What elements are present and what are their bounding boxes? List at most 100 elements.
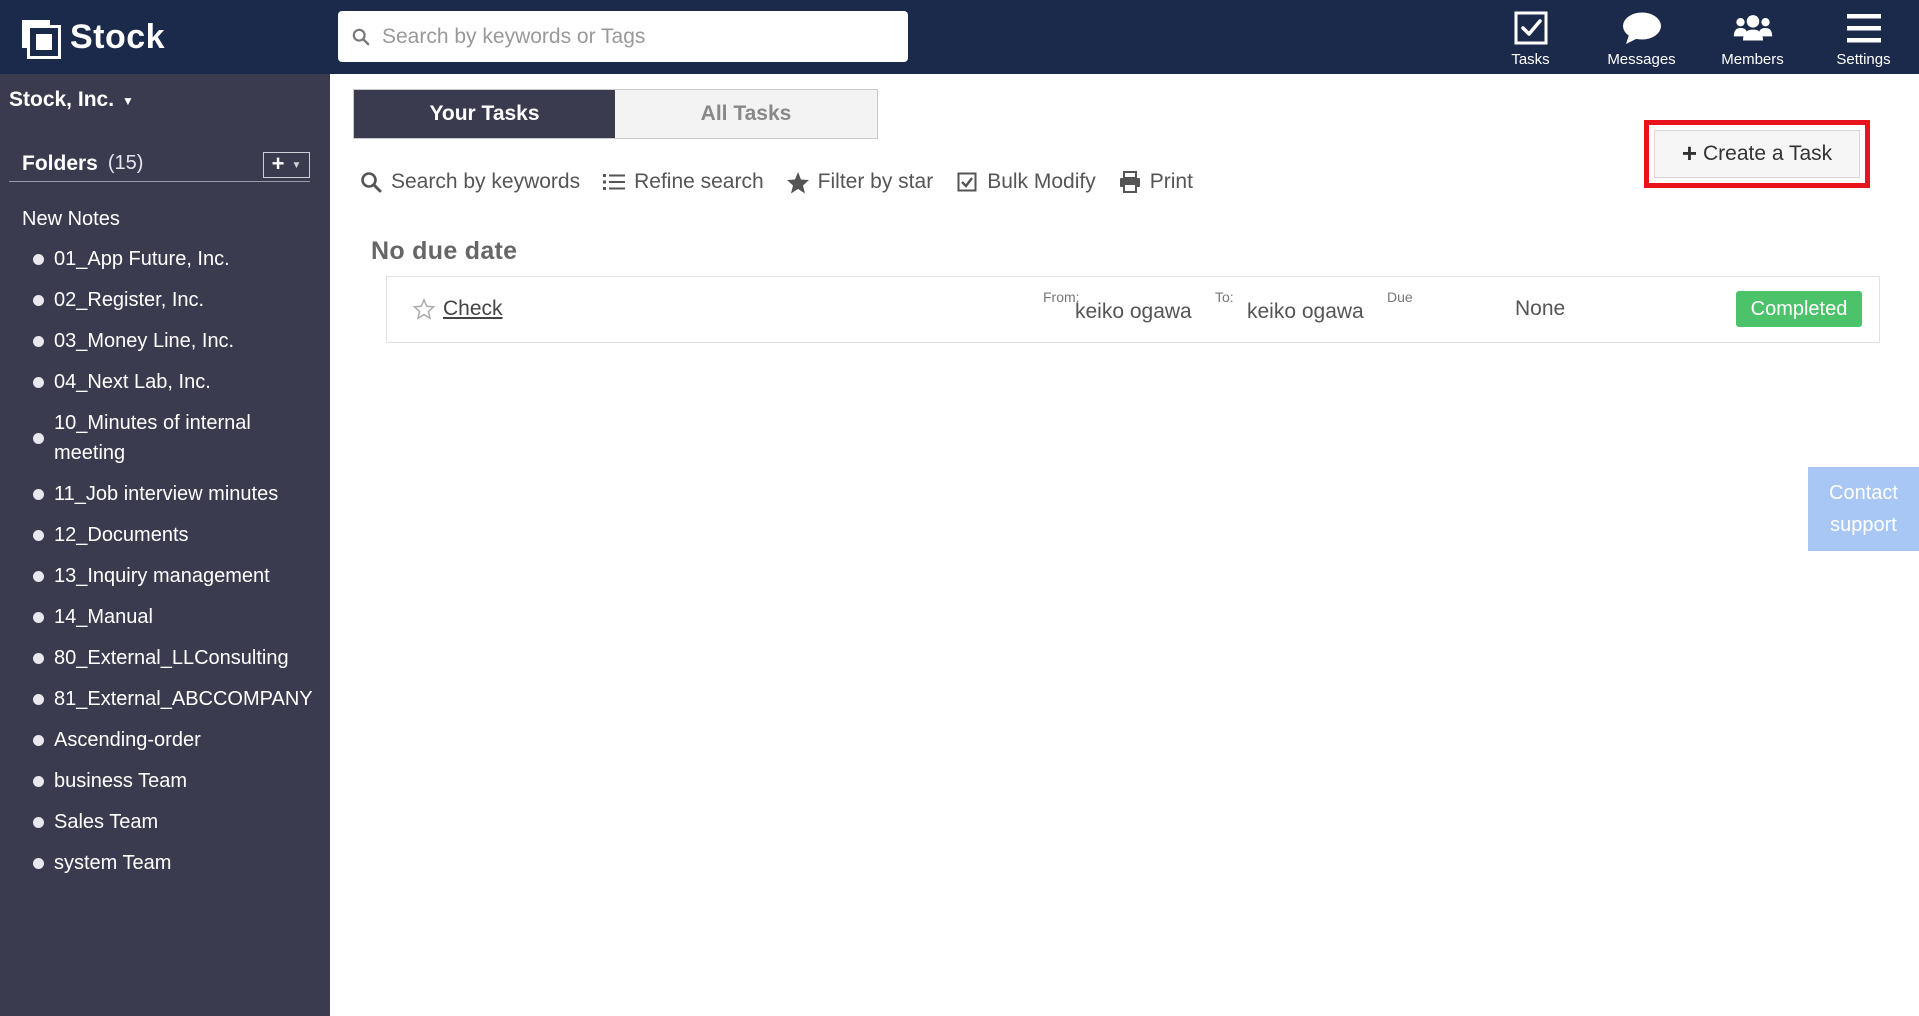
caret-down-icon: ▼ [122,94,134,108]
refine-search-label: Refine search [634,170,764,193]
bullet-dot [33,858,44,869]
folder-item[interactable]: 14_Manual [0,602,330,632]
bullet-dot [33,377,44,388]
search-icon [359,170,383,194]
folder-item[interactable]: system Team [0,848,330,878]
filter-star-button[interactable]: Filter by star [786,170,934,194]
folders-title: Folders [22,151,98,175]
nav-members[interactable]: Members [1697,0,1808,74]
task-tabs: Your Tasks All Tasks [353,89,878,139]
printer-icon [1118,170,1142,194]
hamburger-menu-icon [1844,8,1884,48]
bullet-dot [33,694,44,705]
create-task-button[interactable]: + Create a Task [1654,130,1860,178]
from-value: keiko ogawa [1075,300,1192,323]
bullet-dot [33,530,44,541]
bullet-dot [33,254,44,265]
sidebar: Stock, Inc. ▼ Folders (15) + ▼ New Notes… [0,74,330,1016]
refine-search-button[interactable]: Refine search [602,170,764,194]
global-search[interactable] [338,11,908,62]
folder-label: system Team [54,852,172,874]
bullet-dot [33,653,44,664]
folder-item[interactable]: 02_Register, Inc. [0,285,330,315]
nav-tasks-label: Tasks [1511,51,1550,68]
global-search-input[interactable] [382,24,902,49]
search-keywords-label: Search by keywords [391,170,581,193]
top-header: Stock Tasks Messages [0,0,1919,74]
folder-label: 03_Money Line, Inc. [54,330,235,352]
nav-members-label: Members [1721,51,1784,68]
bullet-dot [33,776,44,787]
folder-label: 01_App Future, Inc. [54,248,230,270]
contact-support-line1: Contact [1829,482,1898,504]
tab-all-tasks[interactable]: All Tasks [615,90,877,138]
bullet-dot [33,489,44,500]
due-value: None [1515,297,1566,320]
folder-label: business Team [54,770,188,792]
folder-label: 11_Job interview minutes [54,483,279,505]
bullet-dot [33,336,44,347]
bullet-dot [33,817,44,828]
tab-your-tasks[interactable]: Your Tasks [354,90,615,138]
task-name-link[interactable]: Check [443,297,503,321]
contact-support-button[interactable]: Contact support [1808,467,1919,551]
bullet-dot [33,295,44,306]
folder-label: 81_External_ABCCOMPANY [54,688,313,710]
folder-item[interactable]: 13_Inquiry management [0,561,330,591]
folder-item[interactable]: 12_Documents [0,520,330,550]
due-label: Due [1387,289,1413,305]
folder-label: Sales Team [54,811,159,833]
folder-label: 14_Manual [54,606,153,628]
plus-icon: + [271,151,285,176]
search-keywords-button[interactable]: Search by keywords [359,170,580,194]
folder-item[interactable]: 10_Minutes of internal meeting [0,408,330,468]
contact-support-line2: support [1830,514,1897,536]
nav-settings[interactable]: Settings [1808,0,1919,74]
nav-tasks[interactable]: Tasks [1475,0,1586,74]
folders-header: Folders (15) + ▼ [9,146,310,182]
app-logo[interactable]: Stock [22,18,165,57]
folder-item[interactable]: 03_Money Line, Inc. [0,326,330,356]
chat-bubble-icon [1622,8,1662,48]
nav-messages[interactable]: Messages [1586,0,1697,74]
folder-item[interactable]: business Team [0,766,330,796]
print-label: Print [1149,170,1193,193]
bullet-dot [33,432,44,444]
folder-item[interactable]: 80_External_LLConsulting [0,643,330,673]
to-label: To: [1215,289,1234,305]
task-toolbar: Search by keywords Refine search Filter … [359,170,1215,194]
top-nav: Tasks Messages Members Settings [1475,0,1919,74]
folder-item[interactable]: Ascending-order [0,725,330,755]
folder-item[interactable]: 81_External_ABCCOMPANY [0,684,330,714]
folder-label: 12_Documents [54,524,189,546]
folder-label: 10_Minutes of internal meeting [54,412,251,464]
plus-icon: + [1681,137,1697,168]
caret-down-icon: ▼ [291,159,302,171]
stock-logo-icon [22,19,58,56]
folder-label: 04_Next Lab, Inc. [54,371,211,393]
folder-item[interactable]: 01_App Future, Inc. [0,244,330,274]
add-folder-button[interactable]: + ▼ [263,152,310,178]
bullet-dot [33,571,44,582]
star-icon [786,170,810,194]
bulk-modify-button[interactable]: Bulk Modify [955,170,1096,194]
filter-star-label: Filter by star [817,170,934,193]
org-switcher[interactable]: Stock, Inc. ▼ [9,88,134,112]
org-name: Stock, Inc. [9,88,115,111]
folder-label: 13_Inquiry management [54,565,270,587]
folder-label: 02_Register, Inc. [54,289,205,311]
folder-item[interactable]: Sales Team [0,807,330,837]
members-group-icon [1733,8,1773,48]
checkbox-icon [955,170,979,194]
new-notes-link[interactable]: New Notes [22,208,120,231]
tasks-checkbox-icon [1511,8,1551,48]
task-row[interactable]: Check From: keiko ogawa To: keiko ogawa … [386,276,1880,343]
search-icon [352,28,370,45]
star-outline-icon[interactable] [413,298,435,320]
status-badge[interactable]: Completed [1736,291,1862,327]
folder-item[interactable]: 11_Job interview minutes [0,479,330,509]
list-icon [602,170,626,194]
print-button[interactable]: Print [1118,170,1193,194]
folder-item[interactable]: 04_Next Lab, Inc. [0,367,330,397]
folder-label: 80_External_LLConsulting [54,647,289,669]
